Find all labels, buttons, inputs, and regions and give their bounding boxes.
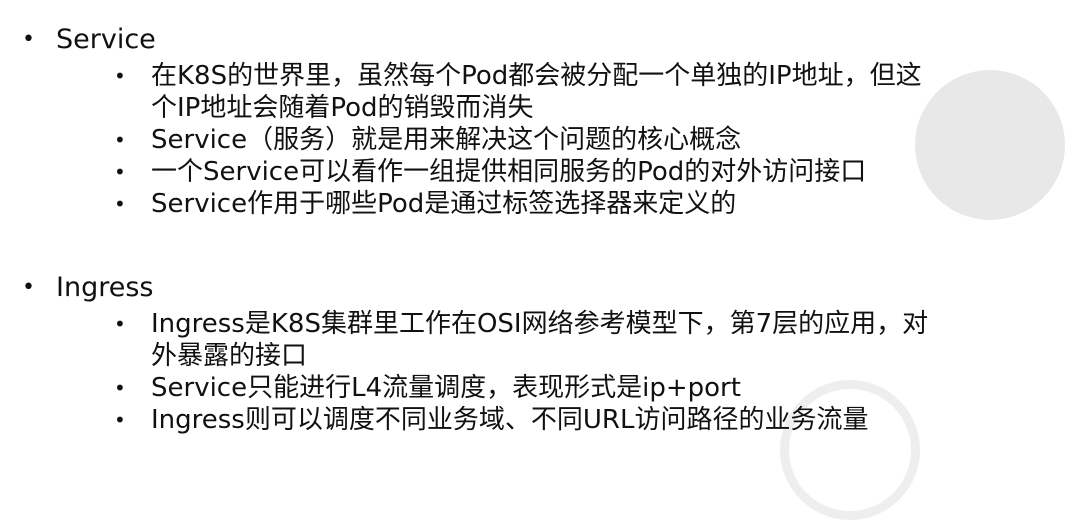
list-item: • 一个Service可以看作一组提供相同服务的Pod的对外访问接口 <box>0 156 1031 188</box>
list-item: • Service（服务）就是用来解决这个问题的核心概念 <box>0 124 1031 156</box>
list-item-line: 个IP地址会随着Pod的销毁而消失 <box>151 93 534 123</box>
list-item: • Ingress则可以调度不同业务域、不同URL访问路径的业务流量 <box>0 404 1031 436</box>
bullet-icon: • <box>114 192 126 216</box>
list-item-line: Ingress是K8S集群里工作在OSI网络参考模型下，第7层的应用，对 <box>151 309 929 339</box>
bullet-icon: • <box>114 312 126 336</box>
bullet-icon: • <box>114 376 126 400</box>
bullet-icon: • <box>114 64 126 88</box>
section-heading: • Service <box>0 20 1089 60</box>
list-item-line: Service（服务）就是用来解决这个问题的核心概念 <box>151 125 742 155</box>
section-heading: • Ingress <box>0 268 1089 308</box>
list-item: • Service作用于哪些Pod是通过标签选择器来定义的 <box>0 188 1031 220</box>
list-item: • Ingress是K8S集群里工作在OSI网络参考模型下，第7层的应用，对 外… <box>0 308 1031 372</box>
bullet-icon: • <box>22 275 35 300</box>
list-item-line: Service只能进行L4流量调度，表现形式是ip+port <box>151 373 741 403</box>
section-service: • Service • 在K8S的世界里，虽然每个Pod都会被分配一个单独的IP… <box>0 20 1089 220</box>
section-ingress: • Ingress • Ingress是K8S集群里工作在OSI网络参考模型下，… <box>0 268 1089 436</box>
list-item-line: 在K8S的世界里，虽然每个Pod都会被分配一个单独的IP地址，但这 <box>151 61 922 91</box>
bullet-list: • Ingress是K8S集群里工作在OSI网络参考模型下，第7层的应用，对 外… <box>0 308 1089 436</box>
list-item: • Service只能进行L4流量调度，表现形式是ip+port <box>0 372 1031 404</box>
section-title: Service <box>56 24 156 55</box>
bullet-icon: • <box>22 27 35 52</box>
list-item-line: Ingress则可以调度不同业务域、不同URL访问路径的业务流量 <box>151 405 869 435</box>
bullet-list: • 在K8S的世界里，虽然每个Pod都会被分配一个单独的IP地址，但这 个IP地… <box>0 60 1089 220</box>
list-item-line: 一个Service可以看作一组提供相同服务的Pod的对外访问接口 <box>151 157 867 187</box>
list-item: • 在K8S的世界里，虽然每个Pod都会被分配一个单独的IP地址，但这 个IP地… <box>0 60 1031 124</box>
bullet-icon: • <box>114 408 126 432</box>
section-title: Ingress <box>56 272 154 303</box>
list-item-line: Service作用于哪些Pod是通过标签选择器来定义的 <box>151 189 737 219</box>
bullet-icon: • <box>114 128 126 152</box>
bullet-icon: • <box>114 160 126 184</box>
list-item-line: 外暴露的接口 <box>151 341 308 371</box>
